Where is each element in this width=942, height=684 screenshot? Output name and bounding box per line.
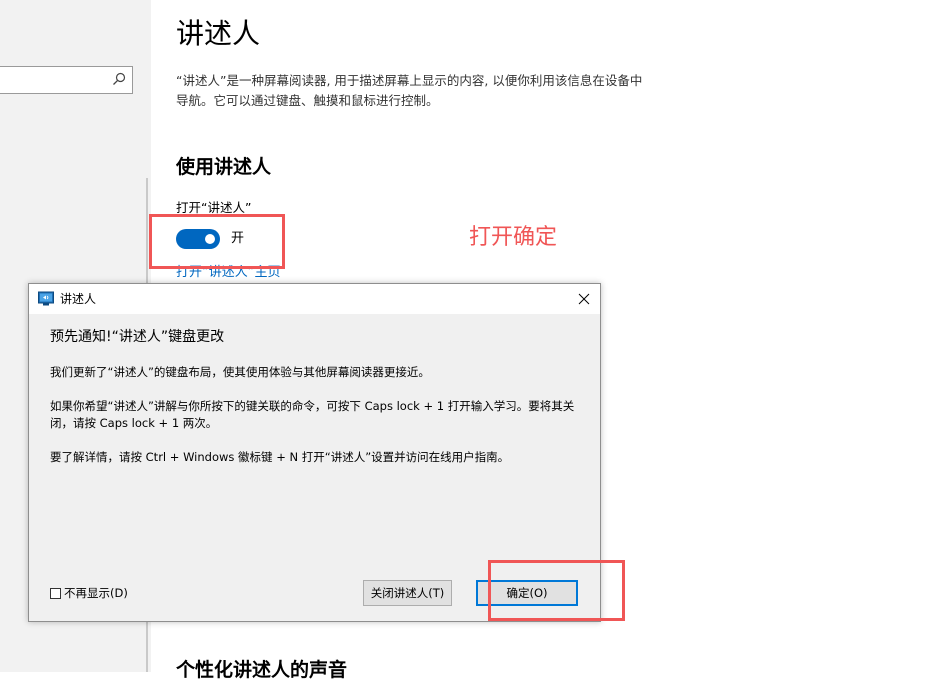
- dialog-paragraph-2: 如果你希望“讲述人”讲解与你所按下的键关联的命令，可按下 Caps lock +…: [50, 399, 575, 430]
- dialog-titlebar[interactable]: 讲述人: [29, 284, 600, 314]
- close-narrator-button[interactable]: 关闭讲述人(T): [363, 580, 452, 606]
- search-input[interactable]: [0, 66, 133, 94]
- dialog-close-button[interactable]: [568, 284, 600, 314]
- narrator-app-icon: [38, 291, 54, 306]
- dialog-paragraph-1: 我们更新了“讲述人”的键盘布局，使其使用体验与其他屏幕阅读器更接近。: [50, 365, 430, 379]
- toggle-state-text: 开: [231, 231, 245, 246]
- narrator-toggle-label: 打开“讲述人”: [176, 200, 252, 215]
- checkbox-label: 不再显示(D): [64, 586, 128, 600]
- ok-button[interactable]: 确定(O): [476, 580, 578, 606]
- checkbox-box[interactable]: [50, 587, 61, 599]
- narrator-dialog: 讲述人 预先通知!“讲述人”键盘更改 我们更新了“讲述人”的键盘布局，使其使用体…: [28, 283, 601, 622]
- narrator-home-link[interactable]: 打开“讲述人”主页: [176, 264, 280, 282]
- dialog-heading: 预先通知!“讲述人”键盘更改: [50, 329, 225, 345]
- annotation-text: 打开确定: [469, 225, 558, 250]
- toggle-knob: [205, 234, 215, 244]
- narrator-toggle[interactable]: [176, 229, 220, 249]
- page-title: 讲述人: [176, 17, 261, 50]
- section-title-personalize-voice: 个性化讲述人的声音: [176, 659, 348, 681]
- page-description: “讲述人”是一种屏幕阅读器, 用于描述屏幕上显示的内容, 以便你利用该信息在设备…: [176, 73, 643, 108]
- dialog-title: 讲述人: [60, 292, 97, 306]
- section-title-use-narrator: 使用讲述人: [176, 156, 272, 178]
- dont-show-again-checkbox[interactable]: 不再显示(D): [50, 585, 128, 601]
- search-icon[interactable]: [112, 72, 126, 86]
- dialog-paragraph-3: 要了解详情，请按 Ctrl + Windows 徽标键 + N 打开“讲述人”设…: [50, 450, 510, 464]
- close-icon: [578, 293, 590, 305]
